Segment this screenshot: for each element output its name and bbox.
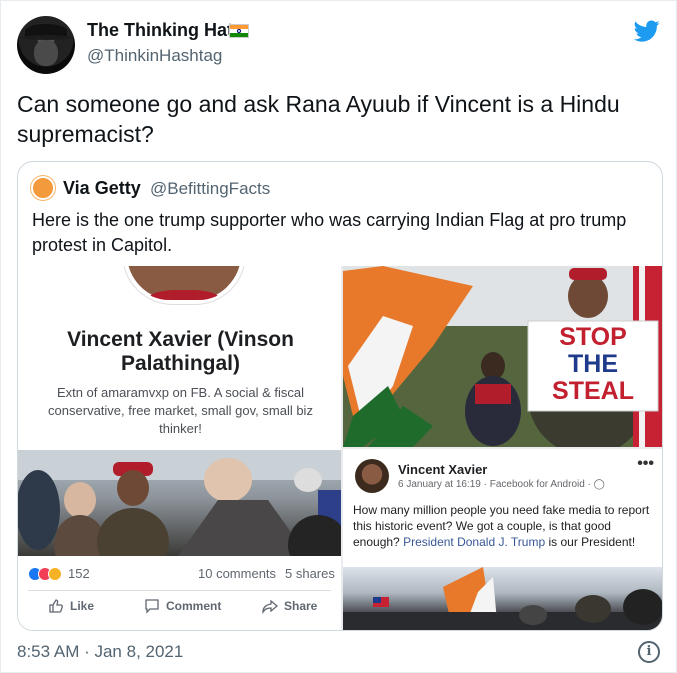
sign-line-2: THE [568, 350, 618, 378]
facebook-profile-screenshot[interactable]: Vincent Xavier (Vinson Palathingal) Extn… [18, 266, 341, 630]
profile-name: Vincent Xavier (Vinson Palathingal) [67, 328, 294, 375]
reactions-count: 152 [68, 566, 90, 581]
globe-icon: ◯ [593, 479, 605, 490]
post-meta: 6 January at 16:19 · Facebook for Androi… [398, 479, 605, 490]
tweet-text: Can someone go and ask Rana Ayuub if Vin… [17, 91, 620, 147]
sign-line-1: STOP [559, 323, 627, 351]
media-grid[interactable]: Vincent Xavier (Vinson Palathingal) Extn… [18, 266, 662, 630]
comments-count[interactable]: 10 comments [198, 566, 276, 581]
facebook-actions-bar: 152 10 comments 5 shares Like Comment Sh… [18, 556, 341, 630]
post-author-name: Vincent Xavier [398, 462, 488, 477]
comment-label: Comment [166, 599, 222, 613]
more-options-icon[interactable]: ••• [637, 455, 654, 473]
post-author-avatar [355, 459, 389, 493]
comment-button[interactable]: Comment [144, 598, 221, 614]
profile-bio: Extn of amaramvxp on FB. A social & fisc… [48, 385, 313, 436]
shares-count[interactable]: 5 shares [285, 566, 335, 581]
protest-photo[interactable]: STOP THE STEAL [343, 266, 662, 447]
facebook-post-screenshot[interactable]: Vincent Xavier 6 January at 16:19 · Face… [343, 449, 662, 567]
sign-line-3: STEAL [552, 377, 634, 405]
comment-icon [145, 599, 159, 614]
like-icon [49, 599, 63, 613]
info-icon[interactable]: i [638, 641, 660, 663]
divider [28, 590, 331, 591]
tweet-card: The Thinking Hat @ThinkinHashtag Can som… [0, 0, 677, 673]
quoted-tweet[interactable]: Via Getty @BefittingFacts Here is the on… [17, 161, 663, 631]
author-handle[interactable]: @ThinkinHashtag [87, 46, 222, 66]
reactions[interactable]: 152 [28, 566, 90, 581]
quoted-tweet-text: Here is the one trump supporter who was … [32, 210, 627, 255]
quoted-author-avatar[interactable] [31, 176, 55, 200]
quoted-author-name[interactable]: Via Getty [63, 178, 141, 199]
like-label: Like [70, 599, 95, 613]
tweet-header: The Thinking Hat @ThinkinHashtag [17, 16, 662, 74]
post-text: How many million people you need fake me… [353, 503, 650, 549]
author-avatar[interactable] [17, 16, 75, 74]
share-button[interactable]: Share [262, 598, 317, 614]
tweet-timestamp[interactable]: 8:53 AM · Jan 8, 2021 [17, 642, 183, 662]
twitter-bird-icon[interactable] [632, 18, 662, 44]
share-label: Share [284, 599, 318, 613]
profile-picture [123, 266, 245, 304]
like-button[interactable]: Like [48, 598, 94, 614]
crowd-photo [18, 450, 341, 556]
author-name[interactable]: The Thinking Hat [87, 20, 233, 41]
indian-flag-icon [229, 24, 249, 38]
share-icon [262, 599, 278, 614]
capitol-crowd-photo[interactable] [343, 567, 662, 630]
post-mention-link[interactable]: President Donald J. Trump [403, 535, 545, 549]
protest-sign: STOP THE STEAL [528, 321, 658, 411]
quoted-author-handle[interactable]: @BefittingFacts [150, 179, 270, 199]
